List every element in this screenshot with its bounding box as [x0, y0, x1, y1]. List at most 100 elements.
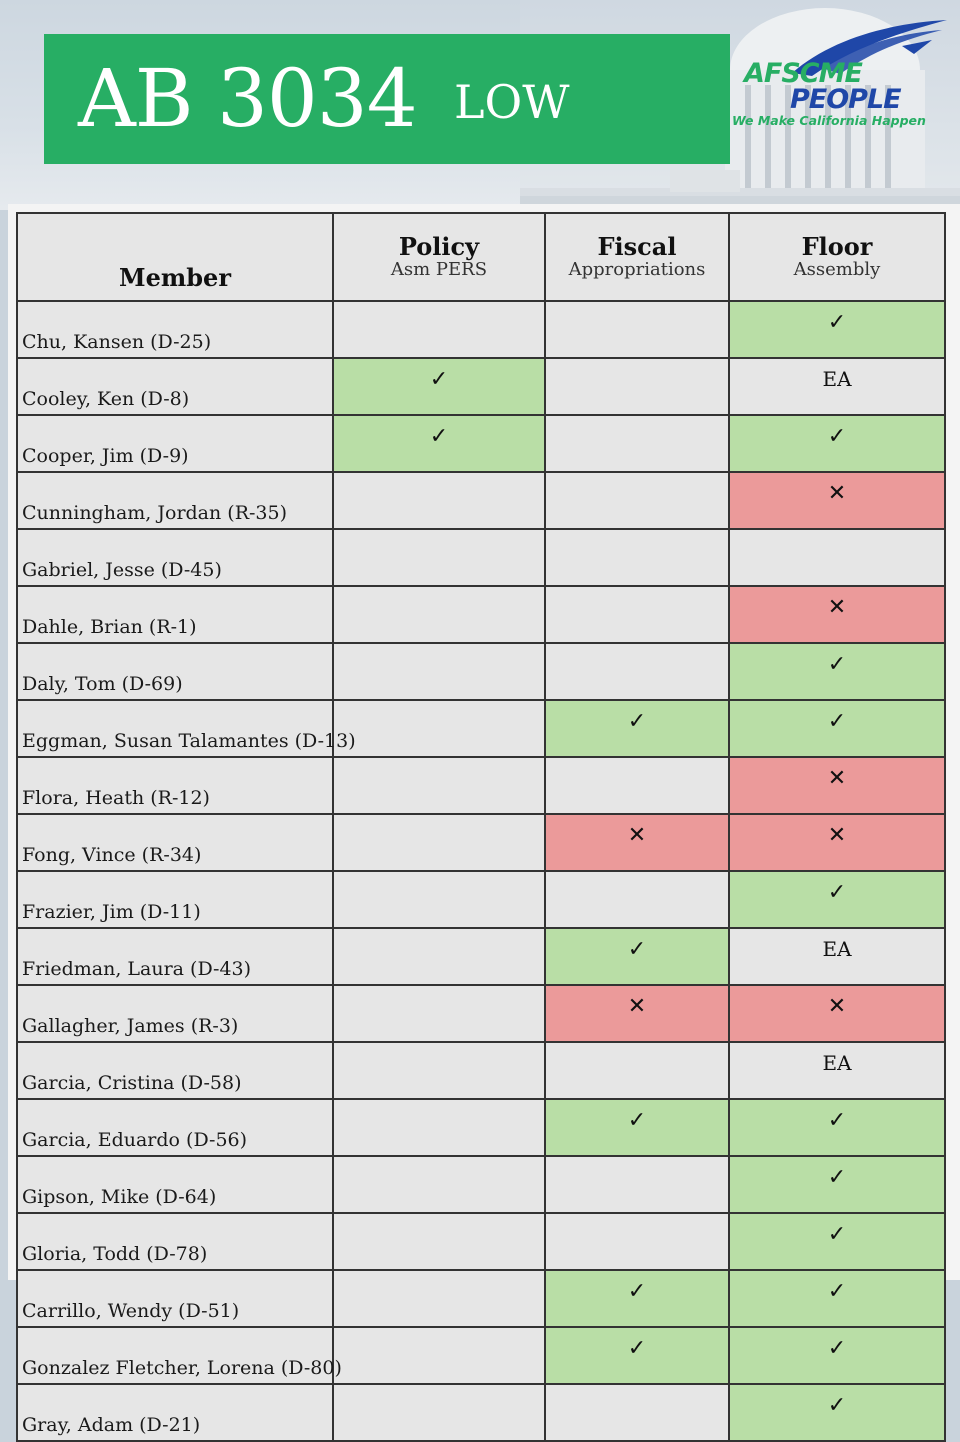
member-name: Gallagher, James (R-3): [16, 984, 334, 1043]
floor-vote-cell: ✓: [728, 642, 946, 701]
floor-vote-cell: ✕: [728, 984, 946, 1043]
fiscal-vote-cell: [544, 756, 730, 815]
policy-vote-cell: [332, 1212, 546, 1271]
floor-vote-cell: ✓: [728, 870, 946, 929]
member-name: Dahle, Brian (R-1): [16, 585, 334, 644]
floor-vote-cell: ✕: [728, 585, 946, 644]
floor-vote-cell: ✓: [728, 1326, 946, 1385]
member-name: Gabriel, Jesse (D-45): [16, 528, 334, 587]
check-icon: ✓: [827, 1222, 847, 1247]
floor-vote-cell: ✕: [728, 813, 946, 872]
fiscal-vote-cell: [544, 1383, 730, 1442]
policy-vote-cell: [332, 528, 546, 587]
check-icon: ✓: [429, 424, 449, 449]
floor-vote-cell: EA: [728, 927, 946, 986]
fiscal-vote-cell: ✕: [544, 984, 730, 1043]
policy-vote-cell: [332, 870, 546, 929]
fiscal-vote-cell: [544, 1212, 730, 1271]
policy-vote-cell: [332, 927, 546, 986]
policy-vote-cell: ✓: [332, 414, 546, 473]
check-icon: ✓: [827, 1336, 847, 1361]
column-subtitle: Appropriations: [568, 259, 706, 280]
fiscal-vote-cell: [544, 1041, 730, 1100]
table-row: Gonzalez Fletcher, Lorena (D-80) ✓ ✓: [16, 1326, 946, 1385]
check-icon: ✓: [827, 709, 847, 734]
policy-vote-cell: [332, 642, 546, 701]
bill-title-banner: AB 3034 LOW: [44, 34, 730, 164]
table-row: Gallagher, James (R-3) ✕ ✕: [16, 984, 946, 1043]
check-icon: ✓: [827, 1279, 847, 1304]
member-name: Cooper, Jim (D-9): [16, 414, 334, 473]
member-name: Frazier, Jim (D-11): [16, 870, 334, 929]
policy-vote-cell: [332, 984, 546, 1043]
floor-vote-cell: ✓: [728, 1155, 946, 1214]
table-row: Daly, Tom (D-69) ✓: [16, 642, 946, 701]
column-header-policy: Policy Asm PERS: [332, 212, 546, 302]
table-row: Eggman, Susan Talamantes (D-13) ✓ ✓: [16, 699, 946, 758]
check-icon: ✓: [827, 1393, 847, 1418]
logo-tagline: We Make California Happen: [732, 113, 926, 128]
floor-vote-cell: ✓: [728, 300, 946, 359]
column-subtitle: Assembly: [793, 259, 881, 280]
floor-vote-cell: ✓: [728, 1098, 946, 1157]
table-row: Flora, Heath (R-12) ✕: [16, 756, 946, 815]
member-name: Fong, Vince (R-34): [16, 813, 334, 872]
table-row: Gloria, Todd (D-78) ✓: [16, 1212, 946, 1271]
table-row: Chu, Kansen (D-25) ✓: [16, 300, 946, 359]
fiscal-vote-cell: [544, 642, 730, 701]
column-subtitle: Asm PERS: [390, 259, 488, 280]
x-icon: ✕: [827, 595, 847, 620]
excused-absence-label: EA: [822, 367, 852, 391]
floor-vote-cell: ✕: [728, 756, 946, 815]
table-row: Gipson, Mike (D-64) ✓: [16, 1155, 946, 1214]
column-header-member: Member: [16, 212, 334, 302]
column-header-fiscal: Fiscal Appropriations: [544, 212, 730, 302]
bill-rating: LOW: [454, 75, 570, 129]
check-icon: ✓: [827, 652, 847, 677]
floor-vote-cell: ✓: [728, 1269, 946, 1328]
fiscal-vote-cell: [544, 471, 730, 530]
policy-vote-cell: [332, 1326, 546, 1385]
fiscal-vote-cell: ✓: [544, 1269, 730, 1328]
member-name: Gray, Adam (D-21): [16, 1383, 334, 1442]
member-name: Gonzalez Fletcher, Lorena (D-80): [16, 1326, 342, 1385]
excused-absence-label: EA: [822, 937, 852, 961]
x-icon: ✕: [827, 766, 847, 791]
table-row: Gabriel, Jesse (D-45): [16, 528, 946, 587]
member-name: Cooley, Ken (D-8): [16, 357, 334, 416]
floor-vote-cell: ✓: [728, 699, 946, 758]
table-row: Gray, Adam (D-21) ✓: [16, 1383, 946, 1442]
x-icon: ✕: [827, 823, 847, 848]
check-icon: ✓: [627, 1108, 647, 1133]
check-icon: ✓: [627, 1279, 647, 1304]
member-name: Eggman, Susan Talamantes (D-13): [16, 699, 356, 758]
policy-vote-cell: [332, 471, 546, 530]
policy-vote-cell: [332, 756, 546, 815]
afscme-people-logo: AFSCME PEOPLE We Make California Happen: [732, 18, 948, 133]
table-row: Garcia, Eduardo (D-56) ✓ ✓: [16, 1098, 946, 1157]
floor-vote-cell: ✓: [728, 1383, 946, 1442]
column-title: Policy: [398, 232, 480, 261]
policy-vote-cell: [332, 585, 546, 644]
floor-vote-cell: ✓: [728, 414, 946, 473]
member-name: Friedman, Laura (D-43): [16, 927, 334, 986]
column-header-floor: Floor Assembly: [728, 212, 946, 302]
table-row: Cunningham, Jordan (R-35) ✕: [16, 471, 946, 530]
table-row: Carrillo, Wendy (D-51) ✓ ✓: [16, 1269, 946, 1328]
table-row: Cooley, Ken (D-8) ✓ EA: [16, 357, 946, 416]
check-icon: ✓: [827, 1108, 847, 1133]
x-icon: ✕: [827, 481, 847, 506]
floor-vote-cell: ✓: [728, 1212, 946, 1271]
fiscal-vote-cell: [544, 300, 730, 359]
column-title: Fiscal: [597, 232, 677, 261]
policy-vote-cell: [332, 1098, 546, 1157]
floor-vote-cell: [728, 528, 946, 587]
check-icon: ✓: [827, 880, 847, 905]
policy-vote-cell: [332, 813, 546, 872]
floor-vote-cell: ✕: [728, 471, 946, 530]
check-icon: ✓: [827, 1165, 847, 1190]
fiscal-vote-cell: [544, 1155, 730, 1214]
bill-number: AB 3034: [78, 52, 418, 145]
table-row: Frazier, Jim (D-11) ✓: [16, 870, 946, 929]
fiscal-vote-cell: [544, 357, 730, 416]
